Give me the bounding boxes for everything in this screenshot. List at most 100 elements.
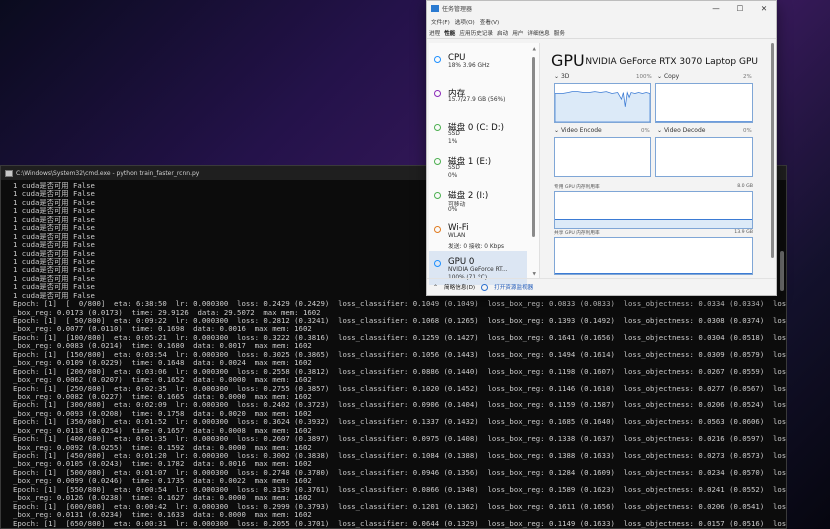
graph-3d [554,83,651,123]
console-line: _box_reg: 0.0118 (0.0254) time: 0.1657 d… [13,426,312,435]
resource-graph-icon [434,158,441,165]
resource-monitor-icon [481,283,489,291]
resource-graph-icon [434,90,441,97]
dedicated-mem-fill [555,219,752,228]
console-line: _box_reg: 0.0077 (0.0110) time: 0.1698 d… [13,325,312,334]
console-line: Epoch: [1] [450/800] eta: 0:01:20 lr: 0.… [13,452,786,460]
close-button[interactable]: ✕ [752,4,776,13]
graph-copy [655,83,753,123]
menu-bar: 文件(F) 选项(O) 查看(V) [427,16,776,27]
resource-detail: WLAN [448,233,466,239]
resource-item-cpu[interactable]: CPU 18% 3.96 GHz [429,47,527,81]
shared-mem-label: 共享 GPU 内存利用率 [554,231,600,236]
console-line: _box_reg: 0.0062 (0.0207) time: 0.1652 d… [13,376,312,385]
tab-app-history[interactable]: 应用历史记录 [459,29,493,37]
graph-dedicated-memory [554,191,753,229]
tab-startup[interactable]: 启动 [497,29,508,37]
console-line: Epoch: [1] [650/800] eta: 0:00:31 lr: 0.… [13,519,786,528]
resource-detail: 1% [448,138,458,145]
menu-view[interactable]: 查看(V) [480,18,499,26]
resource-item-1-e-3[interactable]: 磁盘 1 (E:) SSD 0% [429,149,527,183]
resource-graph-icon [434,226,441,233]
resource-item--1[interactable]: 内存 15.7/27.9 GB (56%) [429,81,527,115]
cmd-scrollbar[interactable] [780,251,784,291]
tab-services[interactable]: 服务 [554,29,565,37]
engine-3d-label[interactable]: ⌄ 3D [554,73,569,80]
resource-detail: 0% [448,172,458,179]
console-line: Epoch: [1] [100/800] eta: 0:05:21 lr: 0.… [13,333,786,342]
console-line: Epoch: [1] [350/800] eta: 0:01:52 lr: 0.… [13,418,786,427]
resource-detail: SSD [448,131,460,137]
tab-details[interactable]: 详细信息 [527,29,549,37]
menu-file[interactable]: 文件(F) [431,18,450,26]
resource-detail: 15.7/27.9 GB (56%) [448,97,506,103]
console-line: _box_reg: 0.0082 (0.0227) time: 0.1665 d… [13,392,312,401]
gpu-model-name: NVIDIA GeForce RTX 3070 Laptop GPU [585,57,758,67]
resource-detail: SSD [448,165,460,171]
shared-mem-max: 13.9 GB [734,230,753,235]
console-line: Epoch: [1] [400/800] eta: 0:01:35 lr: 0.… [13,435,786,444]
resource-graph-icon [434,260,441,267]
tab-bar: 进程 性能 应用历史记录 启动 用户 详细信息 服务 [427,27,776,39]
console-line: _box_reg: 0.0126 (0.0238) time: 0.1627 d… [13,494,312,503]
console-line: Epoch: [1] [600/800] eta: 0:00:42 lr: 0.… [13,502,786,511]
scroll-up-arrow-icon[interactable]: ▲ [533,47,536,52]
shared-mem-fill [555,273,752,274]
console-line: Epoch: [1] [150/800] eta: 0:03:54 lr: 0.… [13,350,786,359]
console-line: Epoch: [1] [ 0/800] eta: 6:38:50 lr: 0.0… [13,300,786,309]
graph-3d-plot [555,91,650,122]
task-manager-window[interactable]: 任务管理器 — ☐ ✕ 文件(F) 选项(O) 查看(V) 进程 性能 应用历史… [426,0,777,296]
tab-users[interactable]: 用户 [512,29,523,37]
graph-video-encode [554,137,651,177]
resource-graph-icon [434,192,441,199]
resource-item-2-i-4[interactable]: 磁盘 2 (I:) 可移动 0% [429,183,527,217]
resource-list: ▲ ▼ CPU 18% 3.96 GHz 内存 15.7/27.9 GB (56%) 磁… [429,43,540,285]
console-line: Epoch: [1] [250/800] eta: 0:02:35 lr: 0.… [13,384,786,393]
console-line: Epoch: [1] [ 50/800] eta: 0:09:22 lr: 0.… [13,317,786,325]
console-line: _box_reg: 0.0092 (0.0255) time: 0.1592 d… [13,443,312,452]
chevron-down-icon: ⌄ [657,73,663,80]
resource-item-wi-fi[interactable]: Wi-Fi WLAN 发送: 0 接收: 0 Kbps [429,217,527,251]
scroll-down-arrow-icon[interactable]: ▼ [533,272,536,277]
resource-list-scrollbar[interactable] [532,57,535,237]
maximize-button[interactable]: ☐ [728,4,752,13]
fewer-details-button[interactable]: 简略信息(D) [444,283,475,291]
console-line: Epoch: [1] [300/800] eta: 0:02:09 lr: 0.… [13,401,786,410]
console-line: _box_reg: 0.0105 (0.0243) time: 0.1782 d… [13,460,312,469]
cmd-app-icon [5,169,13,177]
tab-processes[interactable]: 进程 [429,29,440,37]
console-line: _box_reg: 0.0173 (0.0173) time: 29.9126 … [13,308,321,317]
chevron-up-icon[interactable]: ⌃ [433,284,438,291]
engine-decode-pct: 0% [743,128,752,134]
menu-options[interactable]: 选项(O) [455,18,475,26]
engine-copy-label[interactable]: ⌄ Copy [657,73,679,80]
gpu-heading: GPU [551,51,585,70]
console-line: Epoch: [1] [550/800] eta: 0:00:54 lr: 0.… [13,485,786,494]
task-manager-icon [431,5,439,12]
resource-graph-icon [434,124,441,131]
console-line: Epoch: [1] [500/800] eta: 0:01:07 lr: 0.… [13,468,786,477]
console-line: Epoch: [1] [200/800] eta: 0:03:06 lr: 0.… [13,367,786,376]
resource-name: Wi-Fi [448,223,469,233]
engine-decode-label[interactable]: ⌄ Video Decode [657,127,705,134]
resource-name: CPU [448,53,466,63]
dedicated-mem-max: 8.0 GB [737,184,753,189]
dedicated-mem-label: 专用 GPU 内存利用率 [554,185,600,190]
resource-item-0-c-d-2[interactable]: 磁盘 0 (C: D:) SSD 1% [429,115,527,149]
resource-name: GPU 0 [448,257,475,267]
engine-copy-pct: 2% [743,74,752,80]
resource-detail: NVIDIA GeForce RT... [448,267,508,273]
resource-detail: 18% 3.96 GHz [448,63,490,69]
console-line: _box_reg: 0.0131 (0.0234) time: 0.1633 d… [13,511,312,520]
tm-titlebar[interactable]: 任务管理器 — ☐ ✕ [427,1,776,16]
minimize-button[interactable]: — [704,4,728,13]
tm-footer: ⌃ 简略信息(D) 打开资源监视器 [427,278,776,295]
engine-encode-label[interactable]: ⌄ Video Encode [554,127,602,134]
detail-scrollbar[interactable] [771,43,774,258]
resource-detail: 0% [448,206,458,213]
open-resource-monitor-link[interactable]: 打开资源监视器 [494,283,533,291]
graph-copy-plot [656,121,752,122]
console-line: _box_reg: 0.0109 (0.0229) time: 0.1648 d… [13,359,312,368]
tab-performance[interactable]: 性能 [444,29,455,37]
engine-encode-pct: 0% [641,128,650,134]
